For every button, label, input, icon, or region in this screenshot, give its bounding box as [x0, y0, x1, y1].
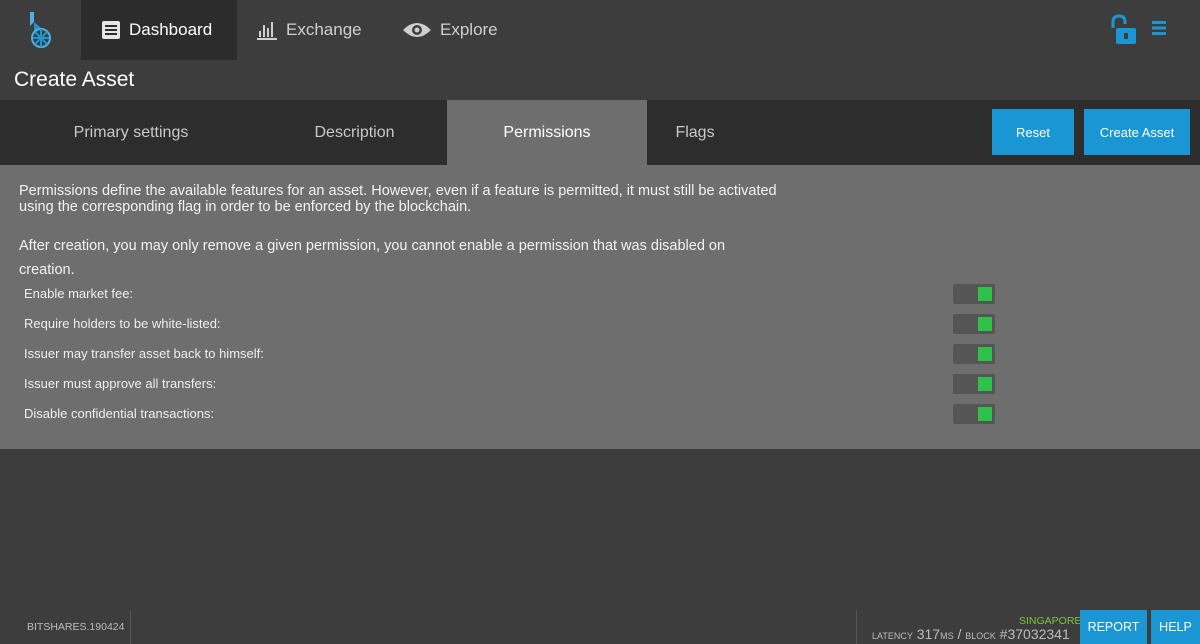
create-asset-button-label: Create Asset	[1099, 124, 1175, 140]
footer-divider	[856, 610, 857, 644]
permission-row-market-fee: Enable market fee:	[24, 280, 1004, 310]
nav-dashboard-label: Dashboard	[129, 20, 213, 39]
latency-value: 317	[916, 626, 941, 642]
nav-exchange[interactable]: Exchange	[256, 0, 362, 60]
block-label: BLOCK	[965, 631, 996, 641]
nav-dashboard[interactable]: Dashboard	[81, 0, 237, 60]
latency-label: LATENCY	[872, 631, 913, 641]
tab-flags[interactable]: Flags	[647, 100, 743, 165]
top-navigation-bar: Dashboard Exchange Explore	[0, 0, 1200, 60]
unlock-icon[interactable]	[1108, 14, 1138, 51]
tab-description-label: Description	[314, 123, 395, 141]
help-button[interactable]: HELP	[1151, 610, 1200, 644]
block-value: #37032341	[999, 626, 1070, 642]
latency-block-info: LATENCY 317MS / BLOCK #37032341	[872, 626, 1070, 642]
eye-icon	[402, 20, 432, 40]
override-authority-toggle[interactable]	[953, 344, 995, 364]
footer: BITSHARES.190424 SINGAPORE LATENCY 317MS…	[0, 604, 1200, 644]
permissions-note: After creation, you may only remove a gi…	[19, 238, 726, 278]
tab-primary-settings[interactable]: Primary settings	[0, 100, 262, 165]
report-button-label: REPORT	[1087, 620, 1140, 634]
permission-label: Require holders to be white-listed:	[24, 316, 221, 331]
permission-row-transfer-restricted: Issuer must approve all transfers:	[24, 370, 1004, 400]
reset-button-label: Reset	[1016, 124, 1050, 140]
toggle-knob	[978, 377, 992, 391]
dashboard-icon	[101, 20, 121, 40]
permissions-panel: Permissions define the available feature…	[0, 165, 1200, 449]
toggle-knob	[978, 407, 992, 421]
reset-button[interactable]: Reset	[992, 109, 1074, 155]
tab-permissions[interactable]: Permissions	[447, 100, 647, 165]
latency-unit: MS	[940, 631, 954, 641]
bitshares-logo-icon[interactable]	[24, 10, 58, 50]
nav-explore-label: Explore	[440, 20, 498, 39]
permission-label: Disable confidential transactions:	[24, 406, 215, 421]
page-title: Create Asset	[14, 68, 135, 91]
tab-primary-settings-label: Primary settings	[73, 123, 189, 141]
tab-permissions-label: Permissions	[503, 123, 591, 141]
permission-label: Issuer may transfer asset back to himsel…	[24, 346, 264, 361]
disable-confidential-toggle[interactable]	[953, 404, 995, 424]
version-label: BITSHARES.190424	[0, 611, 131, 644]
menu-icon[interactable]	[1152, 20, 1166, 41]
toggle-knob	[978, 317, 992, 331]
tab-flags-label: Flags	[675, 123, 715, 141]
permission-row-override-authority: Issuer may transfer asset back to himsel…	[24, 340, 1004, 370]
white-list-toggle[interactable]	[953, 314, 995, 334]
permission-row-white-list: Require holders to be white-listed:	[24, 310, 1004, 340]
separator: /	[957, 626, 962, 642]
transfer-restricted-toggle[interactable]	[953, 374, 995, 394]
toggle-knob	[978, 347, 992, 361]
nav-explore[interactable]: Explore	[402, 0, 498, 60]
exchange-icon	[256, 20, 278, 40]
permission-label: Enable market fee:	[24, 286, 134, 301]
permission-row-disable-confidential: Disable confidential transactions:	[24, 400, 1004, 430]
market-fee-toggle[interactable]	[953, 284, 995, 304]
toggle-knob	[978, 287, 992, 301]
nav-exchange-label: Exchange	[286, 20, 362, 39]
create-asset-button[interactable]: Create Asset	[1084, 109, 1190, 155]
permission-label: Issuer must approve all transfers:	[24, 376, 217, 391]
tab-description[interactable]: Description	[262, 100, 447, 165]
report-button[interactable]: REPORT	[1080, 610, 1147, 644]
permissions-intro: Permissions define the available feature…	[19, 183, 777, 215]
help-button-label: HELP	[1159, 620, 1192, 634]
tab-bar: Primary settings Description Permissions…	[0, 100, 1200, 165]
